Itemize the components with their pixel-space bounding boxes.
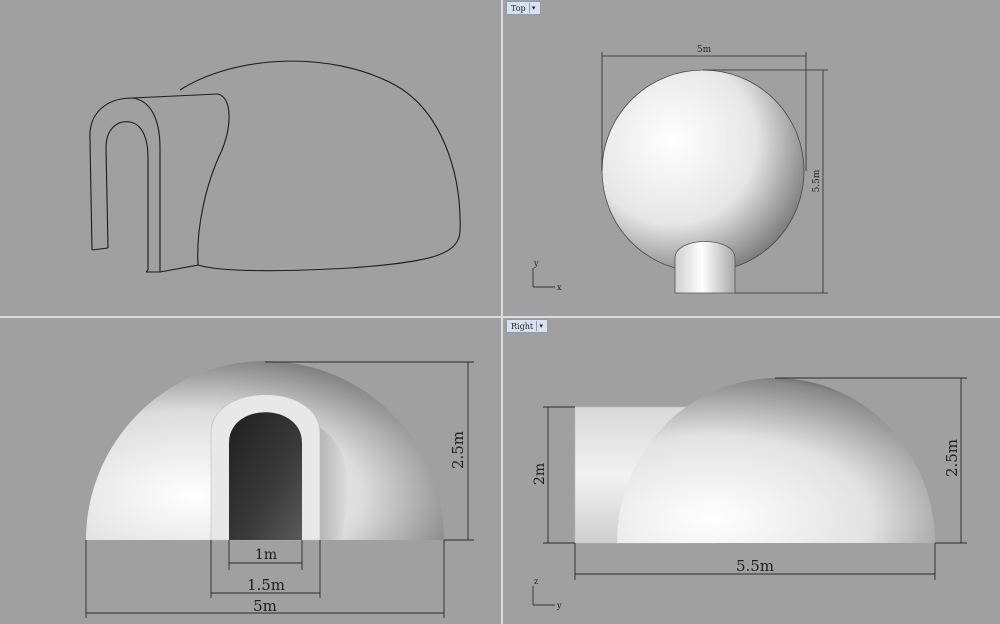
viewport-label: Right [511,321,534,331]
front-view-drawing: 1m 1.5m 5m 2.5m [85,361,474,618]
dim-door-outer-label: 1.5m [247,576,285,594]
front-viewport[interactable]: 1m 1.5m 5m 2.5m [0,318,501,624]
right-view-drawing: 2m 2.5m 5.5m z y [532,377,967,610]
axis-y-label: y [533,259,539,268]
dim-width-label: 5m [697,45,712,55]
dim-tunnel-height-label: 2m [532,463,548,485]
dim-width-label: 5m [253,597,277,615]
dim-length-label: 5.5m [736,557,774,575]
dim-height-label: 2.5m [943,439,961,477]
dim-door-inner-label: 1m [255,547,277,563]
tunnel-top [674,241,736,294]
top-viewport-tab[interactable]: Top ▾ [506,1,541,15]
perspective-viewport[interactable] [0,0,501,316]
dim-height-label: 5.5m [812,169,822,192]
door-opening [229,412,302,540]
perspective-wireframe [89,60,461,273]
top-viewport[interactable]: Top ▾ 5m 5.5m y x [503,0,1000,316]
axis-x-label: x [557,283,562,292]
axis-indicator [532,268,555,288]
right-viewport-tab[interactable]: Right ▾ [506,319,549,333]
chevron-down-icon[interactable]: ▾ [528,3,538,13]
top-view-drawing: 5m 5.5m y x [532,45,828,294]
axis-z-label: z [534,577,538,586]
chevron-down-icon[interactable]: ▾ [536,321,545,331]
viewport-label: Top [511,3,526,13]
axis-y-label: y [556,601,562,610]
igloo-wireframe [89,60,461,273]
axis-indicator [532,586,555,606]
right-viewport[interactable]: Right ▾ 2m 2.5m 5.5m z y [503,318,1000,624]
dim-height-label: 2.5m [449,431,467,469]
dome-right [617,378,935,543]
